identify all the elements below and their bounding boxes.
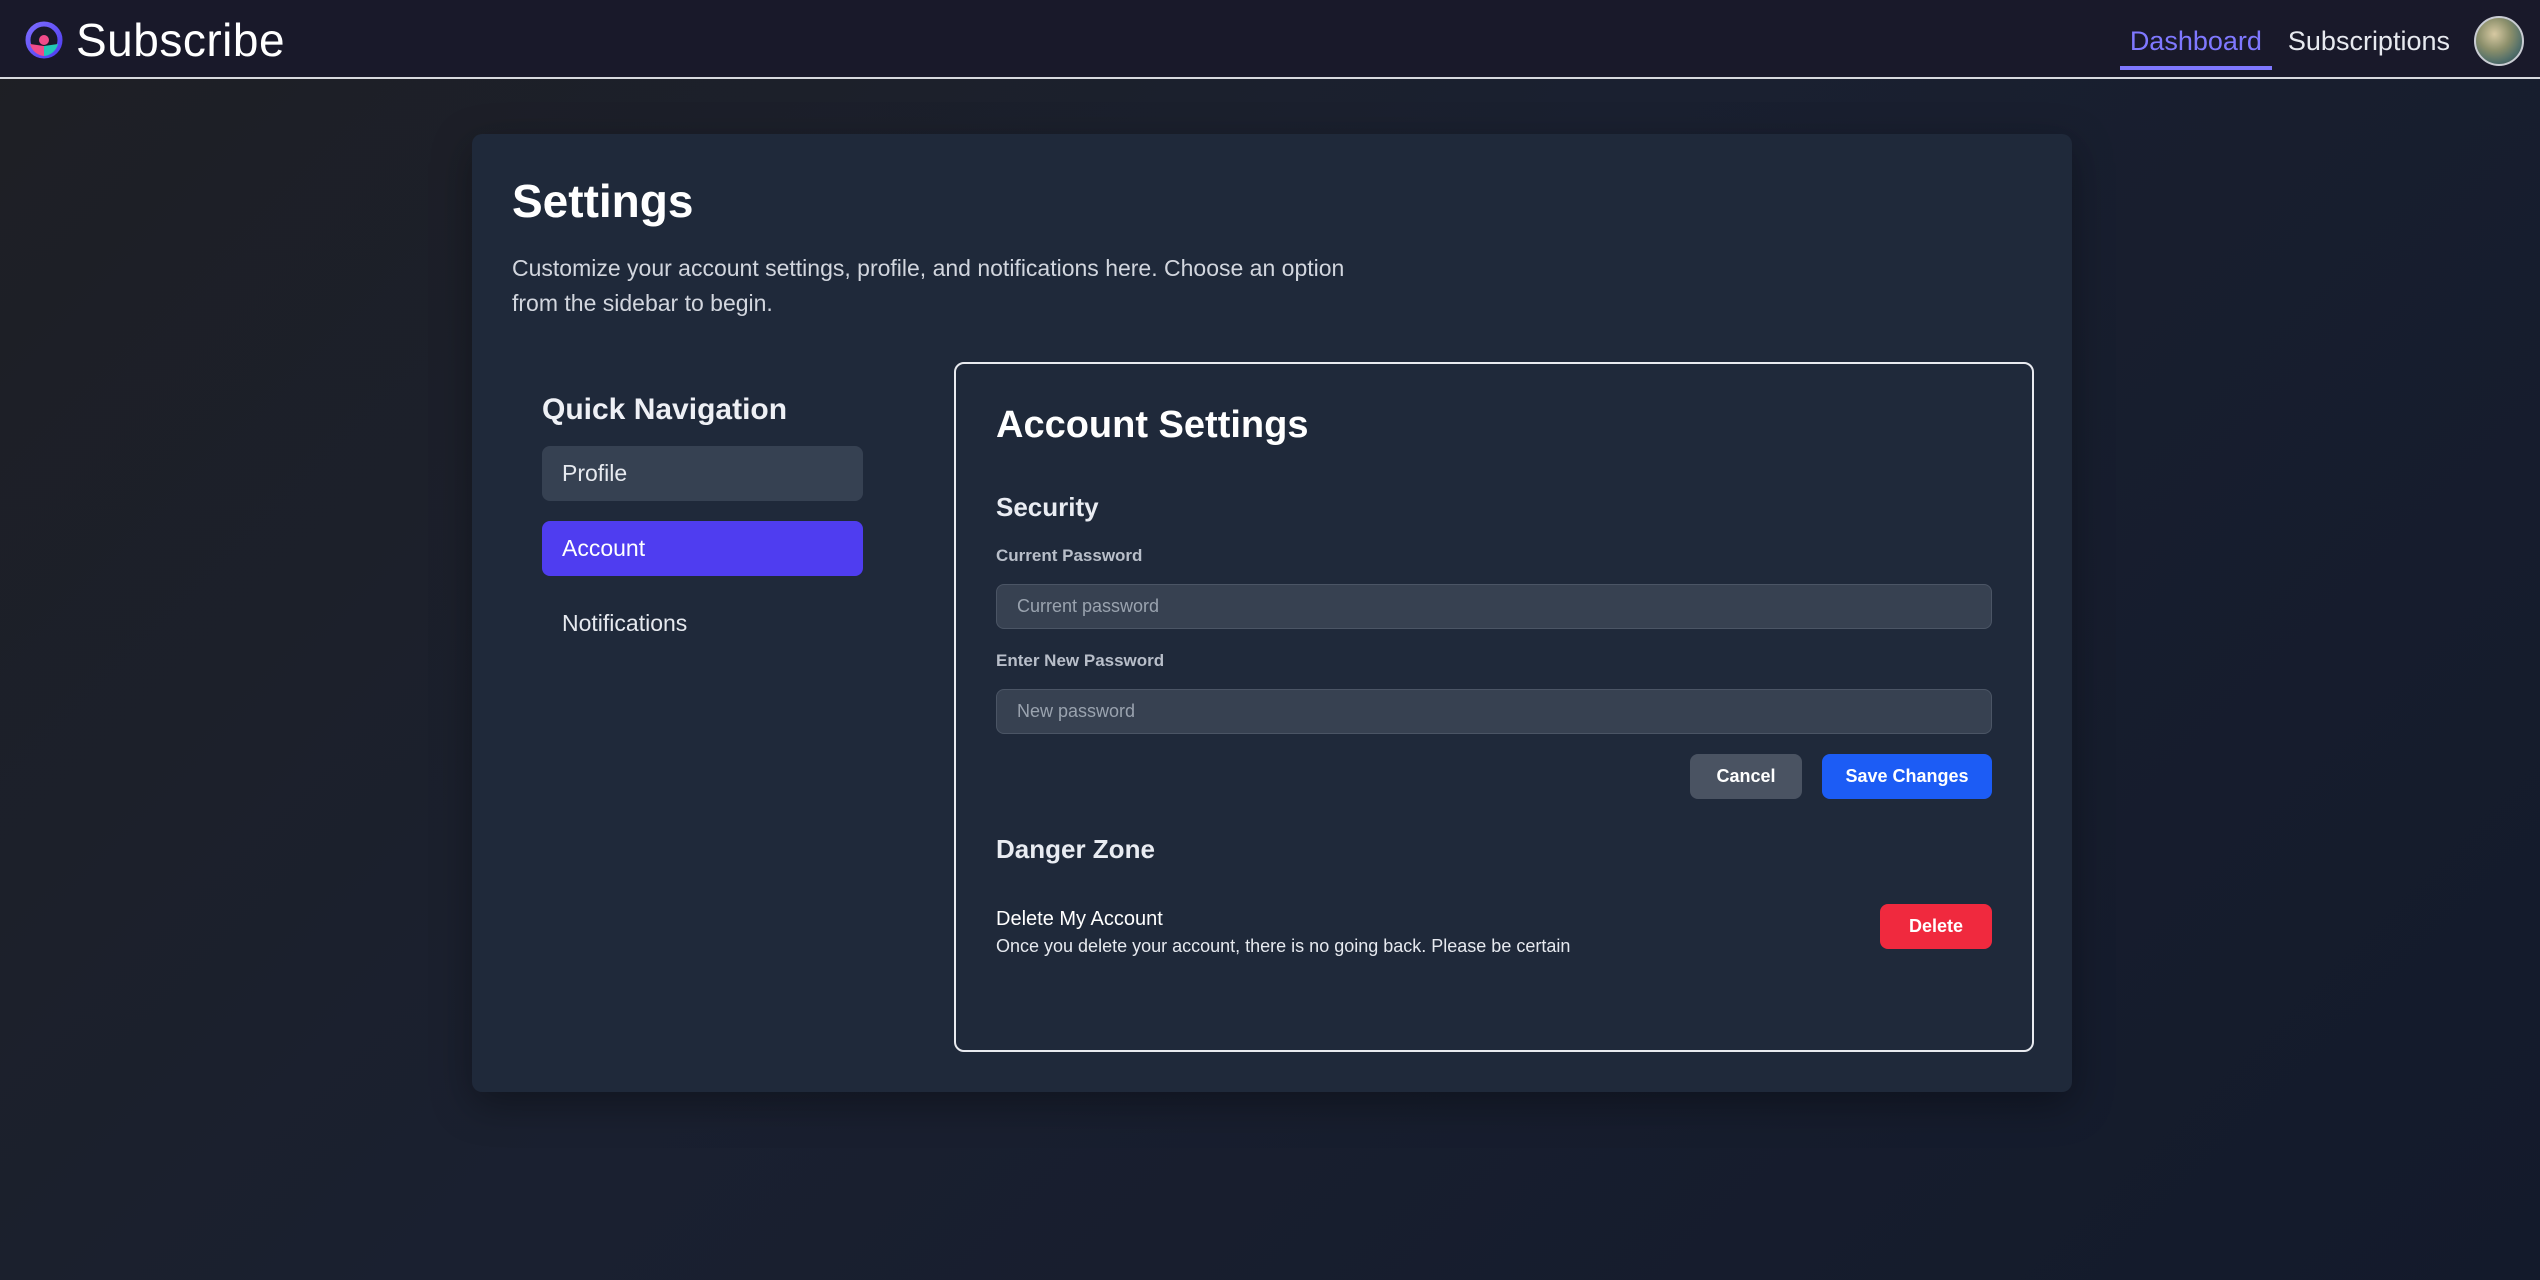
delete-account-button[interactable]: Delete xyxy=(1880,904,1992,949)
delete-account-title: Delete My Account xyxy=(996,908,1163,930)
sidebar-item-profile[interactable]: Profile xyxy=(542,446,863,501)
top-navbar: Subscribe Dashboard Subscriptions xyxy=(0,0,2540,79)
new-password-input[interactable] xyxy=(996,689,1992,734)
sidebar-title: Quick Navigation xyxy=(542,393,788,426)
account-settings-panel: Account Settings Security Current Passwo… xyxy=(954,362,2034,1052)
brand-logo-icon xyxy=(25,21,63,59)
page-title: Settings xyxy=(512,175,694,227)
nav-dashboard-link[interactable]: Dashboard xyxy=(2119,12,2272,70)
nav-subscriptions-link[interactable]: Subscriptions xyxy=(2278,12,2460,70)
main-nav: Dashboard Subscriptions xyxy=(2114,12,2524,70)
page-description: Customize your account settings, profile… xyxy=(512,255,1345,316)
save-changes-button[interactable]: Save Changes xyxy=(1822,754,1992,799)
quick-navigation-sidebar: Quick Navigation Profile Account Notific… xyxy=(542,392,863,671)
account-settings-title: Account Settings xyxy=(996,404,1309,446)
sidebar-item-notifications[interactable]: Notifications xyxy=(542,596,863,651)
security-section-title: Security xyxy=(996,492,1099,522)
current-password-label: Current Password xyxy=(996,546,1143,565)
sidebar-item-account[interactable]: Account xyxy=(542,521,863,576)
brand[interactable]: Subscribe xyxy=(24,14,285,66)
cancel-button[interactable]: Cancel xyxy=(1690,754,1802,799)
brand-name: Subscribe xyxy=(76,14,286,66)
danger-zone-title: Danger Zone xyxy=(996,834,1155,864)
settings-card: Settings Customize your account settings… xyxy=(472,134,2072,1092)
current-password-input[interactable] xyxy=(996,584,1992,629)
delete-account-description: Once you delete your account, there is n… xyxy=(996,936,1571,956)
user-avatar-icon[interactable] xyxy=(2474,16,2524,66)
new-password-label: Enter New Password xyxy=(996,651,1165,670)
